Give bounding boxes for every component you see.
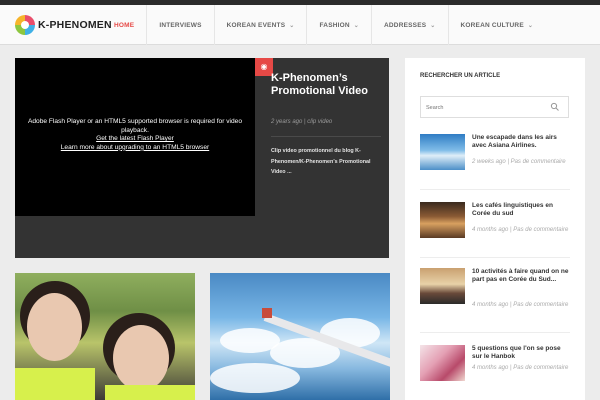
nav-label: ADDRESSES	[384, 21, 427, 29]
sidebar-post[interactable]: 5 questions que l'on se pose sur le Hanb…	[420, 345, 570, 390]
divider	[420, 189, 570, 190]
nav-label: INTERVIEWS	[159, 21, 202, 29]
post-thumbnail[interactable]	[420, 134, 465, 170]
search-icon[interactable]	[550, 102, 560, 112]
sidebar-post-meta: 4 months ago | Pas de commentaire	[472, 302, 569, 308]
post-card-image-selfie[interactable]	[15, 273, 195, 400]
nav-item-home[interactable]: HOME	[102, 5, 146, 45]
featured-post-title[interactable]: K-Phenomen’s Promotional Video	[271, 72, 383, 98]
nav-item-addresses[interactable]: ADDRESSES ⌄	[371, 5, 448, 45]
nav-label: KOREAN EVENTS	[226, 21, 286, 29]
nav-item-korean-culture[interactable]: KOREAN CULTURE ⌄	[447, 5, 546, 45]
chevron-down-icon: ⌄	[430, 22, 436, 29]
photo-detail	[113, 325, 169, 391]
nav-label: HOME	[114, 21, 135, 29]
nav-item-interviews[interactable]: INTERVIEWS	[146, 5, 213, 45]
nav-label: KOREAN CULTURE	[460, 21, 524, 29]
video-message-text: Adobe Flash Player or an HTML5 supported…	[27, 118, 243, 134]
post-thumbnail[interactable]	[420, 345, 465, 381]
nav-label: FASHION	[319, 21, 350, 29]
featured-post-excerpt: Clip video promotionnel du blog K-Phenom…	[271, 148, 371, 175]
main-nav: HOME INTERVIEWS KOREAN EVENTS ⌄ FASHION ⌄ …	[102, 5, 545, 45]
logo-text: K-PHENOMEN	[38, 19, 112, 31]
search-widget-title: RECHERCHER UN ARTICLE	[420, 73, 501, 79]
nav-item-fashion[interactable]: FASHION ⌄	[306, 5, 371, 45]
logo-icon	[15, 15, 35, 35]
chevron-down-icon: ⌄	[527, 22, 534, 29]
sidebar-post-title[interactable]: Une escapade dans les airs avec Asiana A…	[472, 134, 572, 150]
featured-post: Adobe Flash Player or an HTML5 supported…	[15, 58, 389, 258]
photo-detail	[210, 363, 300, 393]
sidebar-post[interactable]: Les cafés linguistiques en Corée du sud …	[420, 202, 570, 247]
photo-detail	[27, 293, 82, 361]
video-fallback-message: Adobe Flash Player or an HTML5 supported…	[15, 118, 255, 152]
chevron-down-icon: ⌄	[353, 22, 360, 29]
site-header: K-PHENOMEN HOME INTERVIEWS KOREAN EVENTS…	[0, 5, 600, 45]
sidebar-post-meta: 4 months ago | Pas de commentaire	[472, 365, 569, 371]
divider	[271, 136, 381, 137]
sidebar-post-meta: 4 months ago | Pas de commentaire	[472, 227, 569, 233]
video-player[interactable]: Adobe Flash Player or an HTML5 supported…	[15, 58, 255, 216]
post-thumbnail[interactable]	[420, 268, 465, 304]
divider	[420, 332, 570, 333]
post-thumbnail[interactable]	[420, 202, 465, 238]
sidebar-post[interactable]: Une escapade dans les airs avec Asiana A…	[420, 134, 570, 179]
divider	[420, 257, 570, 258]
post-card-image-airplane-view[interactable]	[210, 273, 390, 400]
photo-detail	[15, 368, 95, 400]
chevron-down-icon: ⌄	[289, 22, 295, 29]
flash-player-link[interactable]: Get the latest Flash Player	[15, 135, 255, 144]
photo-detail	[105, 385, 195, 400]
search-box	[420, 96, 569, 118]
html5-upgrade-link[interactable]: Learn more about upgrading to an HTML5 b…	[15, 144, 255, 153]
search-input[interactable]	[426, 103, 536, 113]
sidebar-post-meta: 2 weeks ago | Pas de commentaire	[472, 159, 566, 165]
sidebar-post-title[interactable]: Les cafés linguistiques en Corée du sud	[472, 202, 572, 218]
sidebar-post-title[interactable]: 5 questions que l'on se pose sur le Hanb…	[472, 345, 572, 361]
sidebar-post-title[interactable]: 10 activités à faire quand on ne part pa…	[472, 268, 572, 284]
photo-detail	[262, 308, 272, 318]
nav-item-korean-events[interactable]: KOREAN EVENTS ⌄	[213, 5, 307, 45]
featured-post-meta: 2 years ago | clip video	[271, 119, 333, 125]
site-logo[interactable]: K-PHENOMEN	[15, 13, 112, 37]
sidebar-post[interactable]: 10 activités à faire quand on ne part pa…	[420, 268, 570, 313]
sidebar: RECHERCHER UN ARTICLE Une escapade dans …	[405, 58, 585, 400]
